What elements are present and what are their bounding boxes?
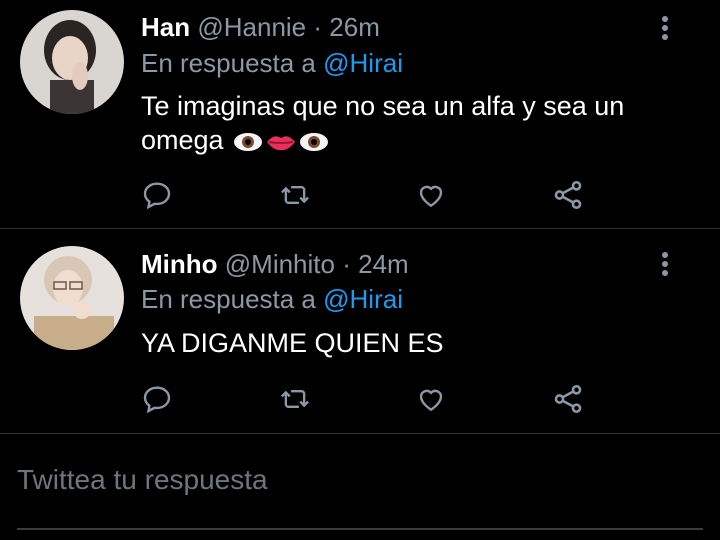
author-name[interactable]: Han bbox=[141, 12, 190, 42]
tweet[interactable]: Minho @Minhito · 24m En respuesta a @Hir… bbox=[0, 229, 720, 433]
tweet-text: YA DIGANME QUIEN ES bbox=[141, 328, 444, 358]
reply-input[interactable]: Twittea tu respuesta bbox=[17, 464, 268, 496]
divider bbox=[0, 433, 720, 434]
more-options-icon[interactable] bbox=[655, 14, 675, 44]
eye-icon bbox=[233, 127, 263, 161]
reply-mention[interactable]: @Hirai bbox=[323, 284, 403, 314]
separator: · bbox=[313, 12, 323, 42]
reply-context: En respuesta a @Hirai bbox=[141, 284, 403, 315]
tweet-text: Te imaginas que no sea un alfa y sea un … bbox=[141, 89, 681, 161]
tweet-actions bbox=[137, 175, 597, 215]
timestamp[interactable]: 26m bbox=[329, 12, 380, 42]
separator: · bbox=[342, 249, 351, 279]
author-handle[interactable]: @Minhito bbox=[225, 249, 335, 279]
timestamp[interactable]: 24m bbox=[358, 249, 409, 279]
tweet-header: Minho @Minhito · 24m bbox=[141, 249, 409, 280]
reply-prefix: En respuesta a bbox=[141, 284, 316, 314]
retweet-icon[interactable] bbox=[275, 175, 315, 215]
avatar[interactable] bbox=[20, 246, 124, 350]
share-icon[interactable] bbox=[548, 175, 588, 215]
lips-icon bbox=[265, 127, 297, 161]
share-icon[interactable] bbox=[548, 379, 588, 419]
author-name[interactable]: Minho bbox=[141, 249, 218, 279]
reply-input-underline bbox=[17, 528, 703, 530]
reply-context: En respuesta a @Hirai bbox=[141, 48, 403, 79]
like-icon[interactable] bbox=[411, 379, 451, 419]
retweet-icon[interactable] bbox=[275, 379, 315, 419]
reply-prefix: En respuesta a bbox=[141, 48, 316, 78]
tweet[interactable]: Han @Hannie · 26m En respuesta a @Hirai … bbox=[0, 0, 720, 228]
avatar[interactable] bbox=[20, 10, 124, 114]
tweet-actions bbox=[137, 379, 597, 419]
tweet-text-content: Te imaginas que no sea un alfa y sea un … bbox=[141, 91, 625, 155]
author-handle[interactable]: @Hannie bbox=[197, 12, 306, 42]
eye-icon bbox=[299, 127, 329, 161]
reply-icon[interactable] bbox=[137, 379, 177, 419]
tweet-header: Han @Hannie · 26m bbox=[141, 12, 380, 43]
like-icon[interactable] bbox=[411, 175, 451, 215]
reply-icon[interactable] bbox=[137, 175, 177, 215]
more-options-icon[interactable] bbox=[655, 250, 675, 280]
reply-mention[interactable]: @Hirai bbox=[323, 48, 403, 78]
